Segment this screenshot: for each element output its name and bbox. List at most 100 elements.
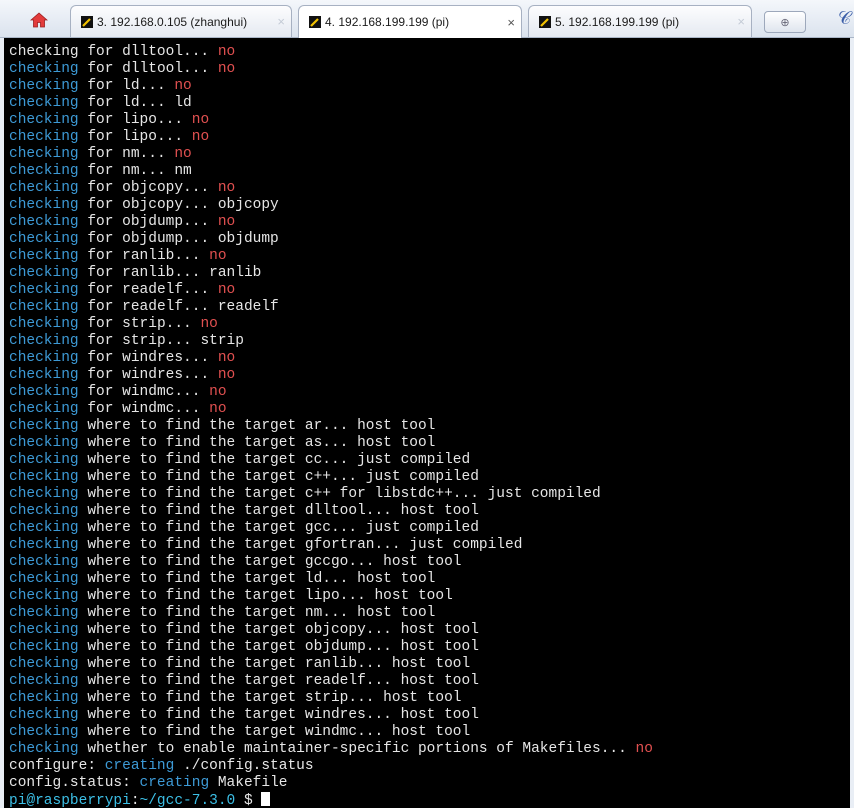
terminal-line: checking where to find the target nm... … [9, 605, 850, 622]
terminal-text: checking [9, 639, 79, 655]
terminal-text: checking [9, 503, 79, 519]
terminal-text: whether to enable maintainer-specific po… [78, 741, 636, 757]
terminal-line: checking for windmc... no [9, 401, 850, 418]
tab-session-3[interactable]: 3. 192.168.0.105 (zhanghui) × [70, 5, 292, 37]
terminal-line: checking for strip... strip [9, 333, 850, 350]
terminal-line: checking for strip... no [9, 316, 850, 333]
terminal-line: checking for objdump... objdump [9, 231, 850, 248]
terminal-line: checking where to find the target windmc… [9, 724, 850, 741]
terminal-text: checking [9, 690, 79, 706]
terminal-text: for windres... [78, 367, 218, 383]
terminal-text: checking [9, 197, 79, 213]
tab-label: 3. 192.168.0.105 (zhanghui) [97, 14, 248, 29]
terminal-text: creating [104, 758, 175, 774]
terminal-line: checking for ld... no [9, 78, 850, 95]
terminal-line: checking where to find the target c++ fo… [9, 486, 850, 503]
close-icon[interactable]: × [507, 15, 515, 30]
terminal-text: for readelf... [78, 282, 218, 298]
terminal-text: for strip... [78, 316, 201, 332]
terminal-text: checking [9, 673, 79, 689]
terminal-text: no [209, 248, 227, 264]
terminal-text: checking [9, 112, 79, 128]
terminal-text: checking [9, 180, 79, 196]
terminal-line: checking for windres... no [9, 350, 850, 367]
terminal-text: checking [9, 724, 79, 740]
terminal-text: checking [9, 214, 79, 230]
terminal-text: checking for dlltool... [9, 44, 218, 60]
home-button[interactable] [14, 4, 64, 35]
close-icon[interactable]: × [737, 14, 745, 29]
terminal-line: checking where to find the target c++...… [9, 469, 850, 486]
terminal-text: checking [9, 350, 79, 366]
tab-session-5[interactable]: 5. 192.168.199.199 (pi) × [528, 5, 752, 37]
terminal-text: no [174, 78, 192, 94]
new-tab-button[interactable]: ⊕ [764, 11, 806, 33]
terminal-line: checking for lipo... no [9, 129, 850, 146]
terminal-text: checking [9, 520, 79, 536]
tab-session-4[interactable]: 4. 192.168.199.199 (pi) × [298, 5, 522, 38]
tab-bar: 3. 192.168.0.105 (zhanghui) × 4. 192.168… [0, 0, 854, 38]
terminal-text: no [217, 214, 236, 230]
terminal-text: checking [9, 741, 79, 757]
tab-label: 4. 192.168.199.199 (pi) [325, 15, 450, 29]
paperclip-icon[interactable]: 𝒞 [838, 8, 851, 29]
terminal-text: checking [9, 622, 79, 638]
terminal-icon [81, 15, 93, 28]
terminal-text: no [217, 44, 236, 60]
close-icon[interactable]: × [277, 14, 285, 29]
terminal-text: checking [9, 248, 79, 264]
terminal-line: checking where to find the target gfortr… [9, 537, 850, 554]
text-cursor [261, 792, 271, 806]
terminal-text: Makefile [209, 775, 288, 791]
terminal-text: for objcopy... [78, 180, 218, 196]
terminal-text: for ld... ld [78, 95, 192, 111]
terminal-line: checking where to find the target windre… [9, 707, 850, 724]
terminal-text: checking [9, 61, 79, 77]
terminal-text: for readelf... readelf [78, 299, 279, 315]
terminal-line: checking for lipo... no [9, 112, 850, 129]
terminal-line: checking for nm... nm [9, 163, 850, 180]
prompt-symbol: $ [235, 793, 262, 808]
terminal-text: for ranlib... [78, 248, 210, 264]
plus-icon: ⊕ [780, 16, 790, 29]
terminal-text: checking [9, 146, 79, 162]
terminal-line: checking where to find the target strip.… [9, 690, 850, 707]
terminal-line: checking where to find the target cc... … [9, 452, 850, 469]
terminal-line: checking for ranlib... no [9, 248, 850, 265]
terminal-text: no [191, 129, 210, 145]
terminal-line: checking whether to enable maintainer-sp… [9, 741, 850, 758]
terminal-text: checking [9, 265, 79, 281]
terminal-text: checking [9, 469, 79, 485]
terminal-line: checking for readelf... no [9, 282, 850, 299]
terminal-text: for nm... [78, 146, 175, 162]
terminal-icon [309, 16, 321, 28]
terminal-text: checking [9, 78, 79, 94]
terminal-text: creating [139, 775, 210, 791]
terminal-text: checking [9, 707, 79, 723]
terminal-line: checking for readelf... readelf [9, 299, 850, 316]
terminal-text: checking [9, 605, 79, 621]
terminal-line: checking for ranlib... ranlib [9, 265, 850, 282]
terminal-text: checking [9, 554, 79, 570]
terminal-line: checking for nm... no [9, 146, 850, 163]
terminal-text: no [209, 384, 227, 400]
terminal-text: config.status: [9, 775, 140, 791]
terminal-text: where to find the target cc... just comp… [78, 452, 471, 468]
terminal-output[interactable]: checking for dlltool... no checking for d… [4, 38, 850, 808]
terminal-text: checking [9, 656, 79, 672]
terminal-text: no [209, 401, 227, 417]
terminal-text: no [191, 112, 210, 128]
terminal-text: where to find the target dlltool... host… [78, 503, 479, 519]
terminal-text: no [217, 61, 236, 77]
terminal-line: checking where to find the target objdum… [9, 639, 850, 656]
terminal-text: for windmc... [78, 384, 210, 400]
terminal-text: for windres... [78, 350, 218, 366]
terminal-text: no [174, 146, 192, 162]
terminal-text: where to find the target c++ for libstdc… [78, 486, 601, 502]
terminal-text: where to find the target objcopy... host… [78, 622, 479, 638]
terminal-text: checking [9, 163, 79, 179]
terminal-text: checking [9, 95, 79, 111]
terminal-text: where to find the target as... host tool [78, 435, 436, 451]
terminal-text: for lipo... [78, 129, 192, 145]
terminal-text: no [217, 367, 236, 383]
